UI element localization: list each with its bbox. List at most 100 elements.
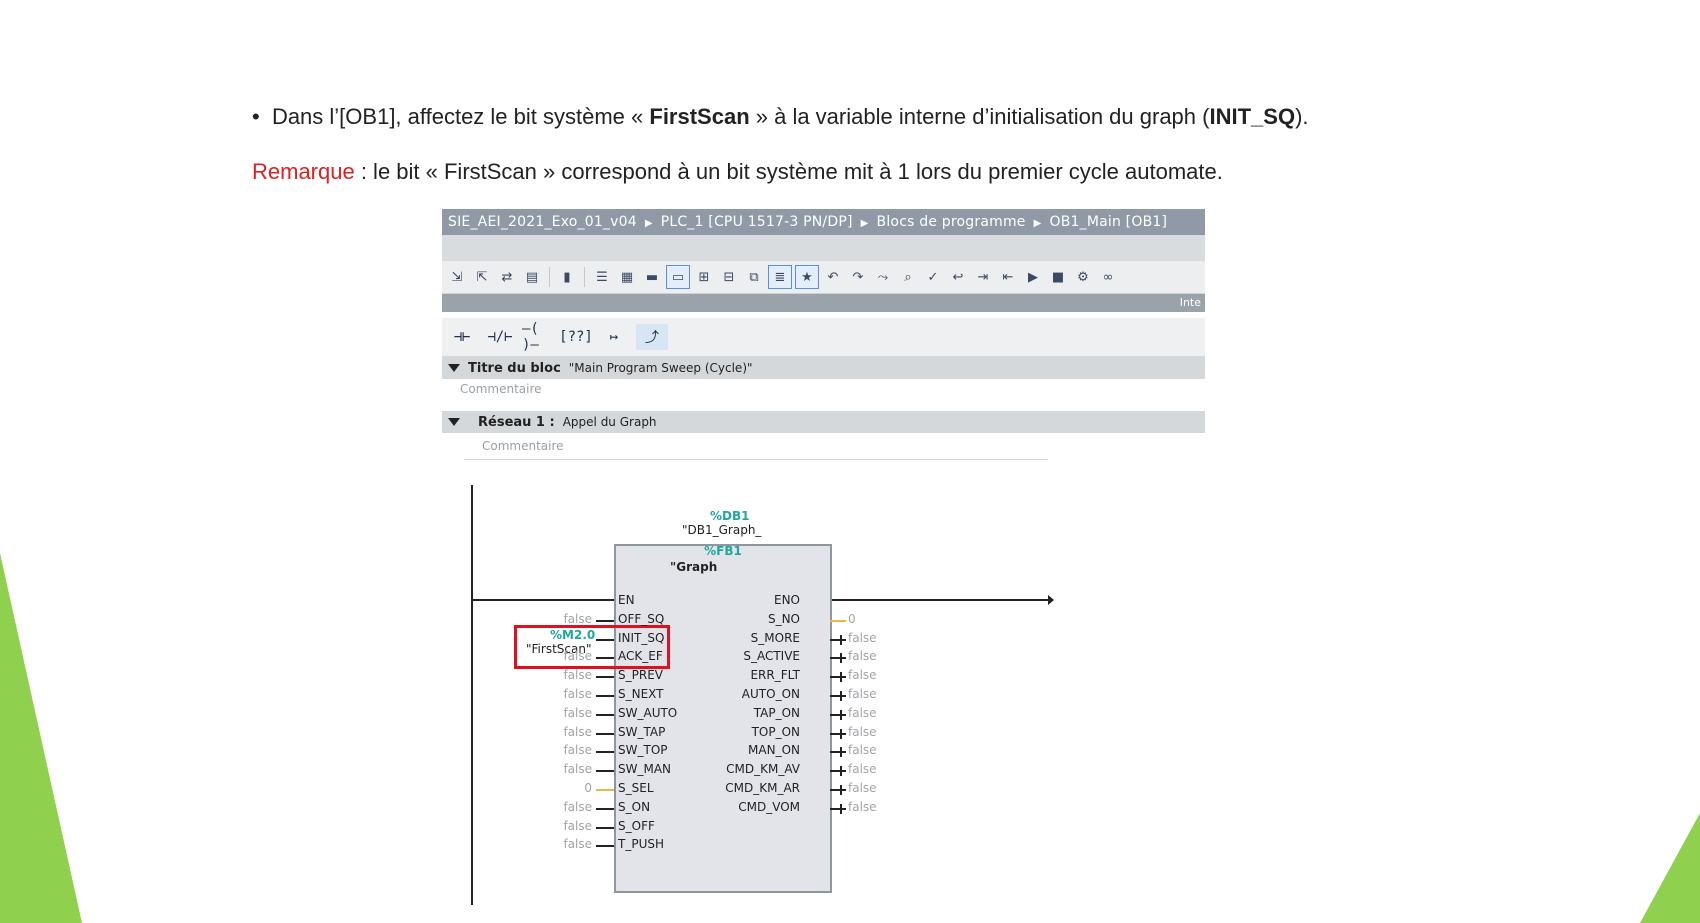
output-value[interactable]: false — [848, 631, 877, 645]
output-value[interactable]: false — [848, 687, 877, 701]
output-value[interactable]: false — [848, 781, 877, 795]
ladder-network: %DB1 "DB1_Graph_ %FB1 "Graph %M2.0 "Firs… — [442, 459, 1205, 905]
eno-arrow-icon — [1048, 595, 1054, 605]
fb-input-sw-auto: SW_AUTO — [618, 705, 678, 720]
input-value[interactable]: false — [554, 800, 592, 814]
breadcrumb-blocks[interactable]: Blocs de programme — [877, 214, 1026, 230]
fb-output-cmd-km-ar: CMD_KM_AR — [725, 781, 800, 795]
output-tick — [840, 672, 842, 683]
coil-icon[interactable]: –( )– — [522, 321, 554, 353]
fb-input-sw-tap: SW_TAP — [618, 724, 666, 739]
power-rail — [471, 485, 473, 905]
input-value[interactable]: false — [554, 668, 592, 682]
input-wire — [596, 619, 614, 622]
output-value[interactable]: false — [848, 743, 877, 757]
open-branch-icon[interactable]: ↦ — [598, 324, 630, 350]
input-value[interactable]: false — [554, 743, 592, 757]
network-header[interactable]: Réseau 1 : Appel du Graph — [442, 411, 1205, 433]
horizontal-scrollbar[interactable]: Inte — [442, 294, 1205, 312]
input-wire — [596, 751, 614, 754]
outdent-icon[interactable]: ⇤ — [997, 266, 1019, 288]
output-value[interactable]: false — [848, 668, 877, 682]
input-value[interactable]: false — [554, 687, 592, 701]
output-tick — [840, 653, 842, 664]
input-value[interactable]: 0 — [554, 781, 592, 795]
input-wire — [596, 845, 614, 848]
en-wire — [473, 599, 614, 601]
input-value[interactable]: false — [554, 706, 592, 720]
empty-box-icon[interactable]: [??] — [559, 324, 593, 350]
insert-down-icon[interactable]: ⊟ — [718, 266, 740, 288]
collapse-triangle-icon[interactable] — [448, 364, 460, 372]
redo-icon[interactable]: ↷ — [847, 266, 869, 288]
collapse-triangle-icon[interactable] — [448, 418, 460, 426]
output-value[interactable]: 0 — [848, 612, 856, 626]
input-wire — [596, 770, 614, 773]
output-tick — [840, 747, 842, 758]
output-tick — [840, 634, 842, 645]
find-icon[interactable]: ⌕ — [897, 266, 919, 288]
fb-output-s-no: S_NO — [767, 611, 800, 626]
breadcrumb-ob1[interactable]: OB1_Main [OB1] — [1049, 214, 1167, 230]
output-value[interactable]: false — [848, 706, 877, 720]
comment-icon[interactable]: ▭ — [666, 265, 690, 289]
editor-toolbar: ⇲ ⇱ ⇄ ▤ ▮ ☰ ▦ ▬ ▭ ⊞ ⊟ ⧉ ≣ ★ ↶ ↷ ⤳ ⌕ ✓ ↩ … — [442, 261, 1205, 294]
input-value[interactable]: false — [554, 725, 592, 739]
insert-icon[interactable]: ⊞ — [693, 266, 715, 288]
breadcrumb-plc[interactable]: PLC_1 [CPU 1517-3 PN/DP] — [661, 214, 853, 230]
output-wire — [830, 638, 846, 641]
breadcrumb: SIE_AEI_2021_Exo_01_v04 ▶ PLC_1 [CPU 1517-… — [442, 209, 1205, 235]
close-branch-icon[interactable]: ⤴ — [636, 324, 668, 350]
nc-contact-icon[interactable]: ⊣/⊢ — [484, 324, 516, 350]
download-icon[interactable]: ⇲ — [446, 266, 468, 288]
fb-input-s-next: S_NEXT — [618, 687, 664, 701]
input-value[interactable]: false — [554, 762, 592, 776]
instance-db-name[interactable]: "DB1_Graph_ — [682, 523, 761, 537]
input-value[interactable]: false — [554, 819, 592, 833]
favorite-icon[interactable]: ★ — [795, 265, 819, 289]
input-value[interactable]: false — [554, 837, 592, 851]
monitor-icon[interactable]: ▤ — [521, 266, 543, 288]
remark-label: Remarque — [252, 159, 355, 184]
bullet-dot: • — [252, 104, 272, 129]
back-icon[interactable]: ↩ — [947, 266, 969, 288]
list-icon[interactable]: ☰ — [591, 266, 613, 288]
network-icon[interactable]: ▬ — [641, 266, 663, 288]
output-wire — [830, 657, 846, 660]
output-wire — [830, 789, 846, 791]
check-icon[interactable]: ✓ — [922, 266, 944, 288]
block-title-row[interactable]: Titre du bloc "Main Program Sweep (Cycle… — [442, 357, 1205, 379]
block-title-value[interactable]: "Main Program Sweep (Cycle)" — [569, 361, 753, 375]
output-value[interactable]: false — [848, 762, 877, 776]
lock-icon[interactable]: ▮ — [556, 266, 578, 288]
chevron-right-icon: ▶ — [644, 218, 653, 229]
goto-icon[interactable]: ⤳ — [872, 266, 894, 288]
output-value[interactable]: false — [848, 800, 877, 814]
network-title[interactable]: Appel du Graph — [563, 415, 657, 429]
input-wire — [596, 657, 614, 660]
run-icon[interactable]: ▶ — [1022, 266, 1044, 288]
green-corner-right — [1640, 813, 1700, 923]
fb-input-sw-man: SW_MAN — [618, 762, 672, 777]
glasses-icon[interactable]: ∞ — [1097, 266, 1119, 288]
grid-icon[interactable]: ▦ — [616, 266, 638, 288]
upload-icon[interactable]: ⇱ — [471, 266, 493, 288]
network-comment[interactable]: Commentaire — [442, 433, 1205, 459]
compare-icon[interactable]: ⇄ — [496, 266, 518, 288]
eno-wire — [832, 599, 1050, 601]
undo-icon[interactable]: ↶ — [822, 266, 844, 288]
no-contact-icon[interactable]: ⊣⊢ — [446, 324, 478, 350]
settings-icon[interactable]: ⚙ — [1072, 266, 1094, 288]
output-tick — [840, 766, 842, 777]
input-value[interactable]: false — [554, 612, 592, 626]
list-view-icon[interactable]: ≣ — [768, 265, 792, 289]
block-comment[interactable]: Commentaire — [442, 379, 1205, 399]
output-value[interactable]: false — [848, 649, 877, 663]
breadcrumb-project[interactable]: SIE_AEI_2021_Exo_01_v04 — [448, 214, 637, 230]
input-value[interactable]: false — [554, 649, 592, 663]
output-value[interactable]: false — [848, 725, 877, 739]
fb-number: %FB1 — [704, 544, 742, 558]
stop-icon[interactable]: ■ — [1047, 266, 1069, 288]
indent-icon[interactable]: ⇥ — [972, 266, 994, 288]
copy-down-icon[interactable]: ⧉ — [743, 266, 765, 288]
